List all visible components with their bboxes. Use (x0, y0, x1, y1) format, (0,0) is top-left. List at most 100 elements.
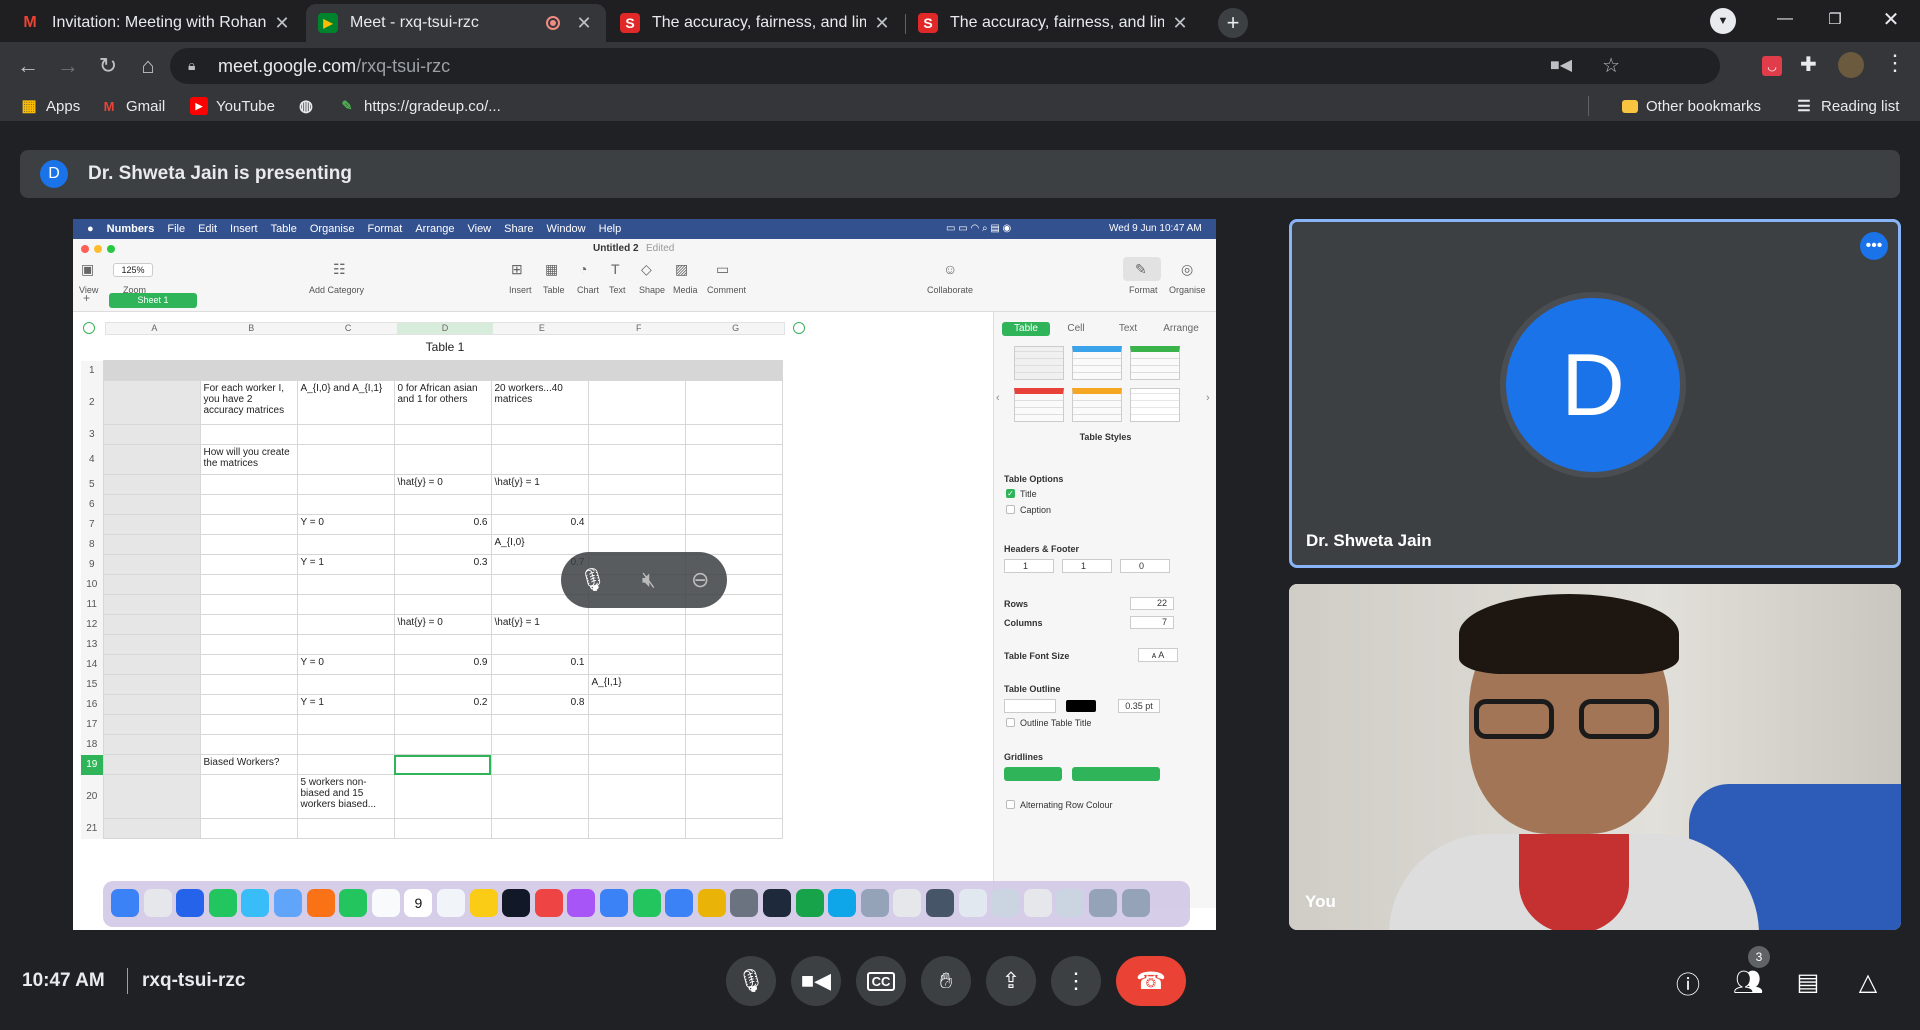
meet-control-bar: 10:47 AM rxq-tsui-rzc 🎙︎ ■◀ CC ✋︎ ⇪ ⋮ ☎︎… (0, 940, 1920, 1030)
close-tab-icon[interactable]: ✕ (1170, 13, 1190, 34)
table-row: 18 (81, 734, 783, 755)
tab-search-chevron-icon[interactable]: ▼ (1710, 8, 1736, 34)
dock-app-icon (1023, 889, 1052, 917)
restore-window-icon[interactable]: ❐ (1820, 4, 1850, 34)
microphone-button[interactable]: 🎙︎ (726, 956, 776, 1006)
table-cell (102, 654, 201, 675)
alternating-checkbox (1006, 800, 1015, 809)
shirt-collar (1519, 834, 1629, 930)
table-cell (684, 694, 783, 715)
dock-app-icon (241, 889, 270, 917)
table-style-plain (1130, 388, 1180, 422)
document-title: Untitled 2 (593, 243, 639, 254)
dock-app-icon (697, 889, 726, 917)
back-arrow-icon[interactable]: ← (12, 50, 44, 82)
dock-app-icon (437, 889, 465, 917)
row-number: 8 (81, 534, 103, 555)
row-number: 16 (81, 694, 103, 715)
styles-next-icon: › (1206, 392, 1210, 404)
outline-title-checkbox (1006, 718, 1015, 727)
presentation-floating-controls[interactable]: 🎙︎ 🔇︎ ⊖ (561, 552, 727, 608)
captions-button[interactable]: CC (856, 956, 906, 1006)
bookmark-other[interactable]: Other bookmarks (1622, 94, 1761, 118)
participant-tile-presenter[interactable]: D ••• Dr. Shweta Jain (1289, 219, 1901, 568)
activities-icon[interactable]: △ (1850, 964, 1886, 1000)
camera-in-use-icon[interactable]: ■◀ (1550, 55, 1572, 75)
tab-scribd-1[interactable]: S The accuracy, fairness, and limits ✕ (608, 4, 904, 42)
table-cell: Y = 0 (296, 654, 395, 675)
people-icon[interactable]: 👥︎ (1730, 964, 1766, 1000)
mac-clock: Wed 9 Jun 10:47 AM (1109, 223, 1202, 234)
tab-gmail-invitation[interactable]: M Invitation: Meeting with Rohan @ ✕ (8, 4, 304, 42)
media-icon: ▨ (675, 261, 689, 277)
home-icon[interactable]: ⌂ (132, 50, 164, 82)
muted-mic-icon[interactable]: 🎙︎ (579, 567, 607, 593)
gradeup-icon: ✎ (341, 98, 353, 113)
minus-circle-icon[interactable]: ⊖ (691, 567, 709, 593)
table-cell (684, 360, 783, 381)
participant-tile-self[interactable]: You (1289, 584, 1901, 930)
table-cell (684, 654, 783, 675)
bookmark-globe[interactable]: ◍ (297, 94, 323, 118)
reading-list-icon: ☰ (1797, 98, 1811, 115)
dock-app-icon (567, 889, 596, 917)
table-cell (587, 734, 686, 755)
table-cell (102, 634, 201, 655)
bookmark-gradeup[interactable]: ✎ https://gradeup.co/... (338, 94, 501, 118)
url-host: meet.google.com (218, 55, 357, 76)
camera-button[interactable]: ■◀ (791, 956, 841, 1006)
table-cell (393, 674, 492, 695)
leave-call-button[interactable]: ☎︎ (1116, 956, 1186, 1006)
table-options-label: Table Options (1004, 474, 1064, 484)
bookmark-gmail[interactable]: M Gmail (100, 94, 166, 118)
more-options-button[interactable]: ⋮ (1051, 956, 1101, 1006)
camera-icon: ■◀ (800, 968, 832, 993)
reload-icon[interactable]: ↻ (92, 50, 124, 82)
outline-title-label: Outline Table Title (1020, 718, 1092, 728)
raise-hand-button[interactable]: ✋︎ (921, 956, 971, 1006)
headers-footer-label: Headers & Footer (1004, 544, 1080, 554)
close-tab-icon[interactable]: ✕ (574, 13, 594, 34)
numbers-toolbar: Untitled 2 Edited ▣ View 125% Zoom ☷ Add… (73, 239, 1216, 312)
new-tab-plus-icon[interactable]: + (1218, 8, 1248, 38)
close-tab-icon[interactable]: ✕ (872, 13, 892, 34)
bookmark-label: https://gradeup.co/... (364, 97, 501, 115)
table-cell (199, 494, 298, 515)
tab-meet[interactable]: ▶ Meet - rxq-tsui-rzc ✕ (306, 4, 606, 42)
participant-avatar: D (1500, 292, 1686, 478)
chat-icon[interactable]: ▤ (1790, 964, 1826, 1000)
column-header: E (538, 323, 545, 333)
shared-screen: ● Numbers File Edit Insert Table Organis… (73, 219, 1216, 930)
gridlines-label: Gridlines (1004, 752, 1044, 762)
muted-speaker-icon[interactable]: 🔇︎ (642, 567, 656, 593)
present-now-button[interactable]: ⇪ (986, 956, 1036, 1006)
reading-list[interactable]: ☰ Reading list (1795, 94, 1899, 118)
bookmark-separator (1588, 96, 1589, 116)
close-window-icon[interactable]: ✕ (1876, 4, 1906, 34)
font-size-label: Table Font Size (1004, 651, 1070, 661)
caption-checkbox (1006, 505, 1015, 514)
font-size-buttons: ᴀ A (1138, 648, 1178, 662)
column-header: B (248, 323, 255, 333)
address-bar[interactable]: 🔒︎ meet.google.com/rxq-tsui-rzc ■◀ ☆ (170, 48, 1720, 84)
inspector-tab-arrange: Arrange (1163, 323, 1199, 334)
meeting-details-icon[interactable]: ⓘ (1670, 964, 1706, 1000)
close-tab-icon[interactable]: ✕ (272, 13, 292, 34)
more-options-icon[interactable]: ••• (1860, 232, 1888, 260)
dock-app-icon (1056, 889, 1085, 917)
bookmark-apps[interactable]: ▦ Apps (20, 94, 80, 118)
tab-scribd-2[interactable]: S The accuracy, fairness, and limits ✕ (906, 4, 1202, 42)
view-icon: ▣ (81, 261, 95, 277)
bookmark-star-icon[interactable]: ☆ (1602, 53, 1620, 78)
extensions-puzzle-icon[interactable]: ✚ (1800, 52, 1817, 77)
pocket-extension-icon[interactable]: ◡ (1762, 56, 1782, 76)
minimize-window-icon[interactable]: — (1770, 4, 1800, 34)
forward-arrow-icon[interactable]: → (52, 50, 84, 82)
table-cell (199, 654, 298, 675)
profile-avatar[interactable] (1838, 52, 1864, 78)
browser-menu-icon[interactable]: ⋮ (1884, 50, 1906, 76)
bookmark-youtube[interactable]: ▶ YouTube (190, 94, 275, 118)
dock-app-icon (730, 889, 759, 917)
table-cell: \hat{y} = 0 (393, 474, 492, 495)
table-cell: For each worker I, you have 2 accuracy m… (199, 380, 298, 425)
